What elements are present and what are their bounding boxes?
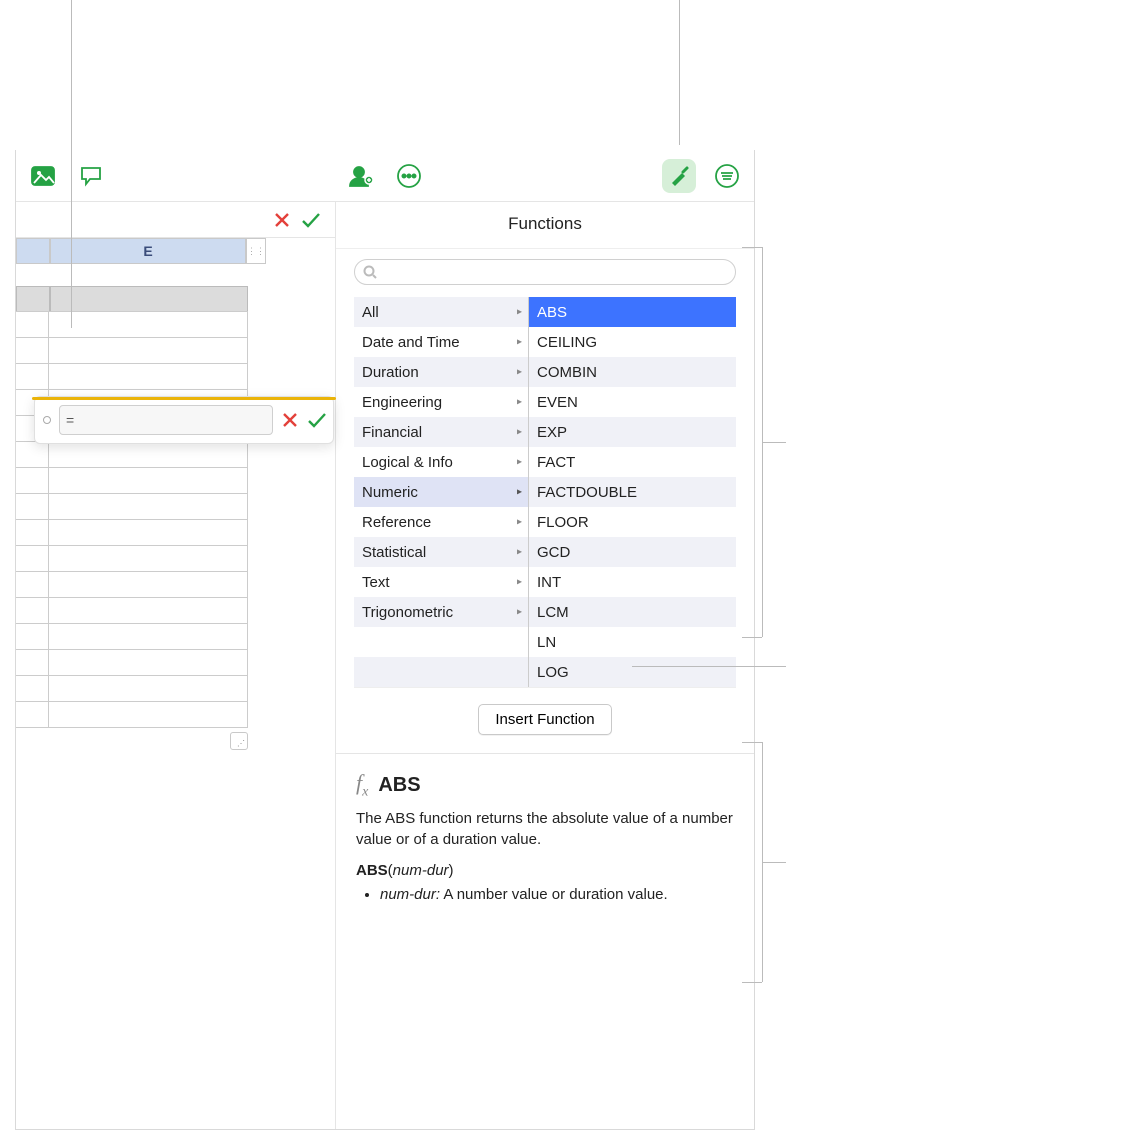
category-item[interactable]: Date and Time▸ [354, 327, 528, 357]
main: E ⋮⋮ [16, 202, 754, 1129]
sheet: E ⋮⋮ [16, 238, 335, 1129]
chevron-right-icon: ▸ [517, 427, 522, 438]
formula-confirm-icon[interactable] [307, 411, 325, 429]
category-list: All▸Date and Time▸Duration▸Engineering▸F… [354, 297, 529, 687]
function-item[interactable]: FACTDOUBLE [529, 477, 736, 507]
chevron-right-icon: ▸ [517, 607, 522, 618]
more-button[interactable] [392, 159, 426, 193]
category-item[interactable]: All▸ [354, 297, 528, 327]
selected-row[interactable] [16, 286, 248, 312]
function-item[interactable]: ABS [529, 297, 736, 327]
toolbar [16, 150, 754, 202]
comment-button[interactable] [74, 159, 108, 193]
formula-input[interactable]: = [59, 405, 273, 435]
chevron-right-icon: ▸ [517, 577, 522, 588]
function-item[interactable]: LOG [529, 657, 736, 687]
chevron-right-icon: ▸ [517, 367, 522, 378]
help-signature: ABS(num-dur) [356, 862, 734, 879]
category-item-empty [354, 657, 528, 687]
column-header-blank[interactable] [16, 238, 50, 264]
formula-bar-actions [16, 202, 335, 238]
category-item[interactable]: Engineering▸ [354, 387, 528, 417]
column-header-row: E ⋮⋮ [16, 238, 266, 264]
function-help: fx ABS The ABS function returns the abso… [336, 754, 754, 917]
search-input[interactable] [383, 264, 727, 281]
chevron-right-icon: ▸ [517, 397, 522, 408]
chevron-right-icon: ▸ [517, 547, 522, 558]
media-button[interactable] [26, 159, 60, 193]
column-header[interactable]: E [50, 238, 246, 264]
category-item[interactable]: Duration▸ [354, 357, 528, 387]
help-arguments: num-dur: A number value or duration valu… [380, 885, 734, 905]
category-item[interactable]: Statistical▸ [354, 537, 528, 567]
category-item[interactable]: Text▸ [354, 567, 528, 597]
help-argument: num-dur: A number value or duration valu… [380, 885, 734, 905]
category-item[interactable]: Trigonometric▸ [354, 597, 528, 627]
formula-text: = [66, 412, 74, 428]
chevron-right-icon: ▸ [517, 307, 522, 318]
function-item[interactable]: GCD [529, 537, 736, 567]
help-description: The ABS function returns the absolute va… [356, 809, 734, 850]
function-item[interactable]: CEILING [529, 327, 736, 357]
formula-cancel-icon[interactable] [281, 411, 299, 429]
drag-handle-icon[interactable] [43, 416, 51, 424]
format-button[interactable] [662, 159, 696, 193]
formula-editor: = [34, 396, 334, 444]
function-item[interactable]: FLOOR [529, 507, 736, 537]
function-item[interactable]: LN [529, 627, 736, 657]
function-item[interactable]: EVEN [529, 387, 736, 417]
grabber-icon: ⋮⋮ [247, 246, 265, 257]
chevron-right-icon: ▸ [517, 457, 522, 468]
organize-button[interactable] [710, 159, 744, 193]
search-field[interactable] [354, 259, 736, 285]
function-item[interactable]: LCM [529, 597, 736, 627]
function-list: ABSCEILINGCOMBINEVENEXPFACTFACTDOUBLEFLO… [529, 297, 736, 687]
insert-function-button[interactable]: Insert Function [478, 704, 611, 735]
cancel-icon[interactable] [273, 211, 291, 229]
chevron-right-icon: ▸ [517, 487, 522, 498]
confirm-icon[interactable] [301, 211, 319, 229]
grid[interactable] [16, 312, 248, 728]
category-item-empty [354, 627, 528, 657]
fx-icon: fx [356, 772, 368, 799]
function-browser: All▸Date and Time▸Duration▸Engineering▸F… [354, 297, 736, 688]
category-item[interactable]: Numeric▸ [354, 477, 528, 507]
functions-panel: Functions All▸Date and Time▸Duration▸Eng… [336, 202, 754, 1129]
help-title: ABS [378, 774, 420, 797]
collaborate-button[interactable] [344, 159, 378, 193]
category-item[interactable]: Financial▸ [354, 417, 528, 447]
app-window: E ⋮⋮ [15, 150, 755, 1130]
search-icon [363, 265, 377, 279]
function-item[interactable]: COMBIN [529, 357, 736, 387]
category-item[interactable]: Logical & Info▸ [354, 447, 528, 477]
column-grabber[interactable]: ⋮⋮ [246, 238, 266, 264]
category-item[interactable]: Reference▸ [354, 507, 528, 537]
chevron-right-icon: ▸ [517, 337, 522, 348]
panel-title: Functions [336, 202, 754, 249]
function-item[interactable]: EXP [529, 417, 736, 447]
chevron-right-icon: ▸ [517, 517, 522, 528]
function-item[interactable]: INT [529, 567, 736, 597]
function-item[interactable]: FACT [529, 447, 736, 477]
table-resize-handle[interactable]: ⋰ [230, 732, 248, 750]
spreadsheet-area: E ⋮⋮ [16, 202, 336, 1129]
